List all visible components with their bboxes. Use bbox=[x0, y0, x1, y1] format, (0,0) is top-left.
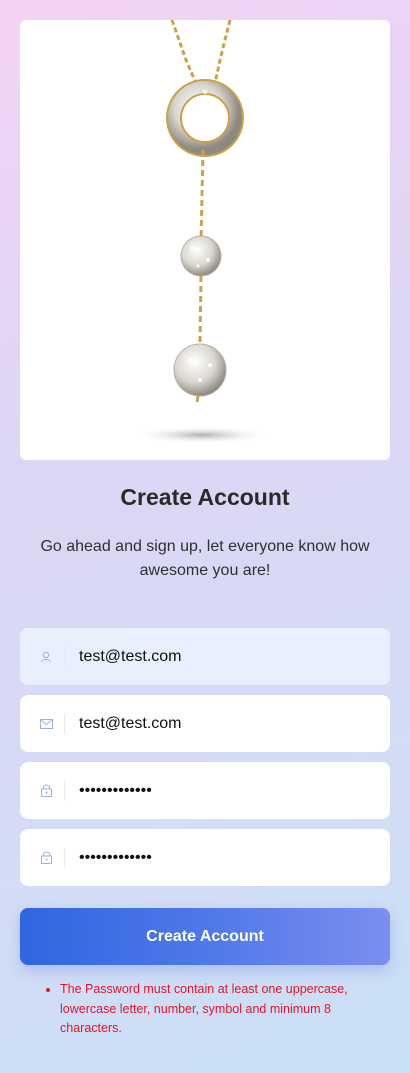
email-field[interactable] bbox=[20, 695, 390, 752]
email-input[interactable] bbox=[79, 714, 369, 733]
product-image bbox=[20, 20, 390, 460]
page-title: Create Account bbox=[120, 484, 290, 510]
signup-page: Create Account Go ahead and sign up, let… bbox=[0, 0, 410, 1073]
username-input[interactable] bbox=[79, 647, 369, 666]
confirm-password-field[interactable] bbox=[20, 829, 390, 886]
password-error-message: The Password must contain at least one u… bbox=[60, 980, 390, 1039]
password-input[interactable] bbox=[79, 781, 369, 800]
lock-icon bbox=[28, 780, 65, 801]
password-field[interactable] bbox=[20, 762, 390, 819]
confirm-password-input[interactable] bbox=[79, 848, 369, 867]
mail-icon bbox=[28, 713, 65, 734]
lock-icon bbox=[28, 847, 65, 868]
page-subtitle: Go ahead and sign up, let everyone know … bbox=[40, 538, 370, 579]
username-field[interactable] bbox=[20, 628, 390, 685]
error-list: The Password must contain at least one u… bbox=[40, 980, 390, 1039]
create-account-button[interactable]: Create Account bbox=[20, 908, 390, 965]
necklace-image bbox=[132, 20, 272, 444]
user-icon bbox=[28, 646, 65, 667]
